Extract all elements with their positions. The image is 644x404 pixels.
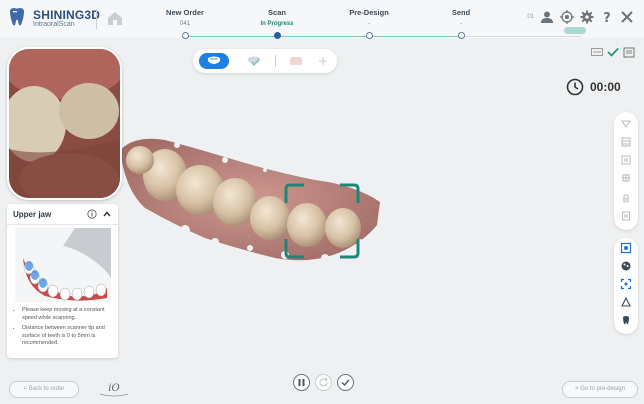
scan-tips-list: Please keep moving at a constant speed w… [13,307,118,351]
lower-jaw-icon [247,56,261,67]
confirm-button[interactable] [337,374,354,391]
step-pre-design[interactable]: Pre-Design - [324,8,414,39]
top-right-tools: 01 ? [527,10,634,24]
top-bar: SHINING3D IntraoralScan New Order 041 Sc… [0,0,644,39]
tooth-select-icon[interactable] [620,314,632,326]
view-mode-icon[interactable] [591,48,603,56]
chevron-up-icon[interactable] [102,209,112,219]
step-title: New Order [166,8,204,17]
close-icon[interactable] [620,10,634,24]
tooth-logo-icon [10,8,24,26]
jaw-panel-title: Upper jaw [13,210,52,219]
auto-scan-icon[interactable] [620,242,632,254]
step-send[interactable]: Send - [416,8,506,39]
back-to-order-button[interactable]: < Back to order [9,381,79,398]
step-status: - [368,21,370,27]
cut-tool-icon[interactable] [620,118,632,130]
pause-button[interactable] [293,374,310,391]
region-select-icon[interactable] [620,172,632,184]
step-status: 041 [179,21,190,27]
step-status: - [460,21,462,27]
jaw-select-toolbar [193,49,337,73]
pause-icon [298,379,305,386]
focus-mode-icon[interactable] [620,278,632,290]
step-title: Pre-Design [349,8,389,17]
svg-text:?: ? [603,11,611,24]
clock-icon [566,78,584,96]
refresh-button[interactable] [315,374,332,391]
small-indicator: 01 [527,14,534,20]
scan-focus-frame [284,183,360,259]
header-divider [96,9,97,29]
check-icon [341,379,350,387]
target-icon[interactable] [560,10,574,24]
layers-icon[interactable] [620,136,632,148]
info-icon[interactable] [87,209,97,219]
texture-icon[interactable] [620,260,632,272]
note-icon[interactable] [620,210,632,222]
status-pill [564,27,586,34]
step-status: In Progress [260,21,294,27]
step-new-order[interactable]: New Order 041 [140,8,230,39]
progress-line-done [185,36,461,37]
go-to-pre-design-button[interactable]: > Go to pre-design [562,381,638,398]
live-camera-preview [7,47,122,200]
grid-view-icon[interactable] [620,154,632,166]
svg-text:iO: iO [108,383,119,394]
upper-jaw-illustration [15,228,111,302]
app-window: SHINING3D IntraoralScan New Order 041 Sc… [0,0,644,404]
add-icon[interactable] [317,55,329,67]
right-tool-panel-bottom [614,238,638,334]
measure-icon[interactable] [620,296,632,308]
refresh-icon [319,377,328,387]
product-name: IntraoralScan [33,21,75,28]
scan-tip: Distance between scanner tip and surface… [22,325,118,348]
user-icon[interactable] [540,10,554,24]
bite-button[interactable] [281,53,311,69]
toolbar-separator [275,55,276,67]
panel-divider [7,224,118,225]
gear-icon[interactable] [580,10,594,24]
upper-jaw-button[interactable] [199,53,229,69]
step-scan[interactable]: Scan In Progress [232,8,322,39]
history-icon[interactable] [623,46,635,58]
jaw-guide-panel: Upper jaw • Please keep moving at a cons… [7,204,118,358]
progress-line-remaining [461,36,581,37]
help-icon[interactable]: ? [600,10,614,24]
io-logo-icon: iO [99,383,129,397]
brand-name: SHINING3D [33,8,101,22]
upper-jaw-icon [207,56,221,64]
right-tool-panel-top [614,112,638,230]
lock-icon[interactable] [620,192,632,204]
step-title: Scan [268,8,286,17]
home-icon[interactable] [106,9,124,27]
step-title: Send [451,8,471,17]
lower-jaw-button[interactable] [239,53,269,69]
bite-icon [290,57,302,65]
scan-timer: 00:00 [590,80,621,94]
check-icon[interactable] [607,47,619,57]
view-tools [591,46,635,58]
scan-tip: Please keep moving at a constant speed w… [22,307,118,322]
